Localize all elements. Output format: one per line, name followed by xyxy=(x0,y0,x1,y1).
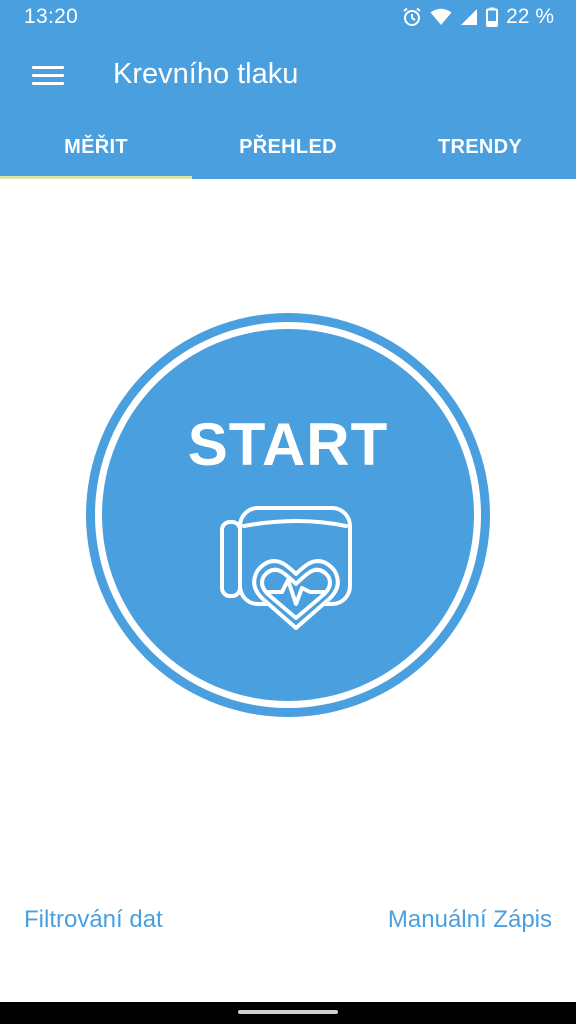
wifi-icon xyxy=(430,8,452,26)
app-title: Krevního tlaku xyxy=(113,58,299,90)
tab-trendy[interactable]: TRENDY xyxy=(384,118,576,179)
tab-merit[interactable]: MĚŘIT xyxy=(0,118,192,179)
tab-label: MĚŘIT xyxy=(64,136,128,158)
hamburger-menu-icon[interactable] xyxy=(30,60,66,90)
app-bar: Krevního tlaku xyxy=(0,34,576,118)
tab-prehled[interactable]: PŘEHLED xyxy=(192,118,384,179)
start-area: START xyxy=(83,310,493,720)
blood-pressure-cuff-heart-icon xyxy=(220,506,352,630)
signal-icon xyxy=(460,8,478,26)
manual-entry-link[interactable]: Manuální Zápis xyxy=(388,906,552,934)
tab-label: PŘEHLED xyxy=(239,136,337,158)
status-icons: 22 % xyxy=(402,5,554,29)
alarm-icon xyxy=(402,7,422,27)
system-nav-bar xyxy=(0,1002,576,1024)
start-label: START xyxy=(187,411,389,478)
battery-percent: 22 % xyxy=(506,5,554,28)
tab-label: TRENDY xyxy=(437,136,523,158)
status-bar: 13:20 22 % xyxy=(0,0,576,34)
battery-icon xyxy=(486,7,499,27)
tab-bar: MĚŘIT PŘEHLED TRENDY xyxy=(0,118,576,179)
status-time: 13:20 xyxy=(24,5,79,28)
home-gesture-handle[interactable] xyxy=(238,1010,338,1014)
filter-data-link[interactable]: Filtrování dat xyxy=(24,906,163,934)
